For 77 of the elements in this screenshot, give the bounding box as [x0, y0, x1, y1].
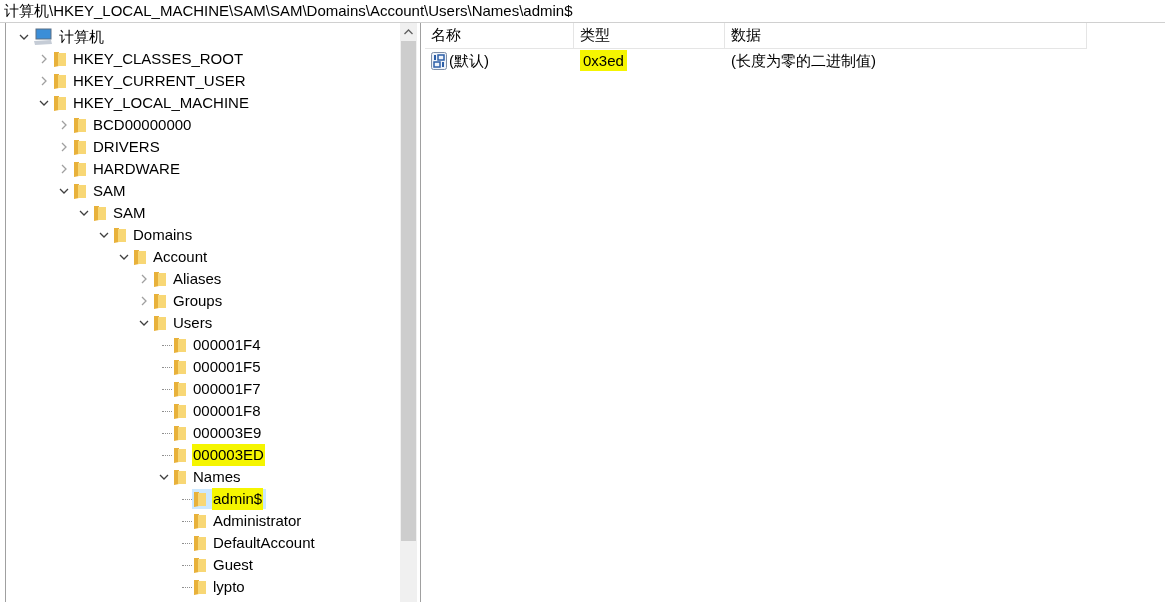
tree-item[interactable]: Account: [132, 247, 212, 267]
tree-item[interactable]: 000001F8: [172, 401, 265, 421]
tree-item[interactable]: lypto: [192, 577, 249, 597]
value-data: (长度为零的二进制值): [730, 50, 876, 71]
expand-chevron-icon[interactable]: [141, 296, 147, 306]
collapse-chevron-icon[interactable]: [19, 34, 29, 40]
collapse-chevron-icon[interactable]: [139, 320, 149, 326]
collapse-chevron-icon[interactable]: [159, 474, 169, 480]
tree-item[interactable]: Users: [152, 313, 217, 333]
folder-icon: [133, 248, 147, 266]
scroll-thumb[interactable]: [401, 41, 416, 541]
expand-chevron-icon[interactable]: [61, 142, 67, 152]
tree-item[interactable]: SAM: [72, 181, 130, 201]
folder-icon: [173, 336, 187, 354]
folder-icon: [73, 160, 87, 178]
folder-icon: [173, 380, 187, 398]
scrollbar[interactable]: [400, 23, 417, 602]
tree-item[interactable]: Administrator: [192, 511, 306, 531]
folder-icon: [53, 94, 67, 112]
binary-value-icon: [431, 52, 447, 70]
collapse-chevron-icon[interactable]: [59, 188, 69, 194]
address-bar-path[interactable]: 计算机\HKEY_LOCAL_MACHINE\SAM\SAM\Domains\Account\Users\Names\admin$: [4, 0, 573, 23]
folder-icon: [113, 226, 127, 244]
tree-item[interactable]: HARDWARE: [72, 159, 184, 179]
folder-icon: [73, 138, 87, 156]
column-header[interactable]: 数据: [725, 23, 1087, 48]
tree-item[interactable]: BCD00000000: [72, 115, 196, 135]
value-type: 0x3ed: [580, 49, 627, 71]
tree-item[interactable]: HKEY_LOCAL_MACHINE: [52, 93, 253, 113]
folder-icon: [193, 578, 207, 596]
expand-chevron-icon[interactable]: [61, 120, 67, 130]
folder-icon: [193, 490, 207, 508]
collapse-chevron-icon[interactable]: [79, 210, 89, 216]
folder-icon: [173, 402, 187, 420]
tree-item[interactable]: 000003E9: [172, 423, 266, 443]
column-header[interactable]: 类型: [574, 23, 725, 48]
column-header[interactable]: 名称: [425, 23, 574, 48]
expand-chevron-icon[interactable]: [141, 274, 147, 284]
expand-chevron-icon[interactable]: [41, 76, 47, 86]
tree-item[interactable]: admin$: [192, 489, 267, 509]
tree-item[interactable]: SAM: [92, 203, 150, 223]
value-name[interactable]: (默认): [449, 49, 489, 73]
tree-item[interactable]: Aliases: [152, 269, 226, 289]
scroll-up-icon[interactable]: [404, 29, 413, 35]
tree-item[interactable]: 000001F5: [172, 357, 265, 377]
folder-icon: [153, 314, 167, 332]
tree-item[interactable]: Guest: [192, 555, 258, 575]
tree-item[interactable]: 计算机: [32, 27, 108, 47]
folder-icon: [173, 468, 187, 486]
folder-icon: [93, 204, 107, 222]
computer-icon: [33, 28, 53, 46]
tree-item[interactable]: DefaultAccount: [192, 533, 319, 553]
tree-item[interactable]: HKEY_CLASSES_ROOT: [52, 49, 248, 69]
tree-item[interactable]: Groups: [152, 291, 227, 311]
folder-icon: [53, 50, 67, 68]
expand-chevron-icon[interactable]: [41, 54, 47, 64]
folder-icon: [193, 556, 207, 574]
folder-icon: [153, 270, 167, 288]
tree-item[interactable]: DRIVERS: [72, 137, 164, 157]
collapse-chevron-icon[interactable]: [119, 254, 129, 260]
folder-icon: [173, 446, 187, 464]
folder-icon: [193, 512, 207, 530]
folder-icon: [53, 72, 67, 90]
tree-item[interactable]: HKEY_CURRENT_USER: [52, 71, 250, 91]
collapse-chevron-icon[interactable]: [39, 100, 49, 106]
expand-chevron-icon[interactable]: [61, 164, 67, 174]
folder-icon: [173, 358, 187, 376]
tree-item[interactable]: 000001F4: [172, 335, 265, 355]
collapse-chevron-icon[interactable]: [99, 232, 109, 238]
tree-item[interactable]: Domains: [112, 225, 197, 245]
folder-icon: [73, 182, 87, 200]
folder-icon: [173, 424, 187, 442]
tree-item[interactable]: Names: [172, 467, 245, 487]
tree-item[interactable]: 000001F7: [172, 379, 265, 399]
folder-icon: [193, 534, 207, 552]
folder-icon: [153, 292, 167, 310]
folder-icon: [73, 116, 87, 134]
